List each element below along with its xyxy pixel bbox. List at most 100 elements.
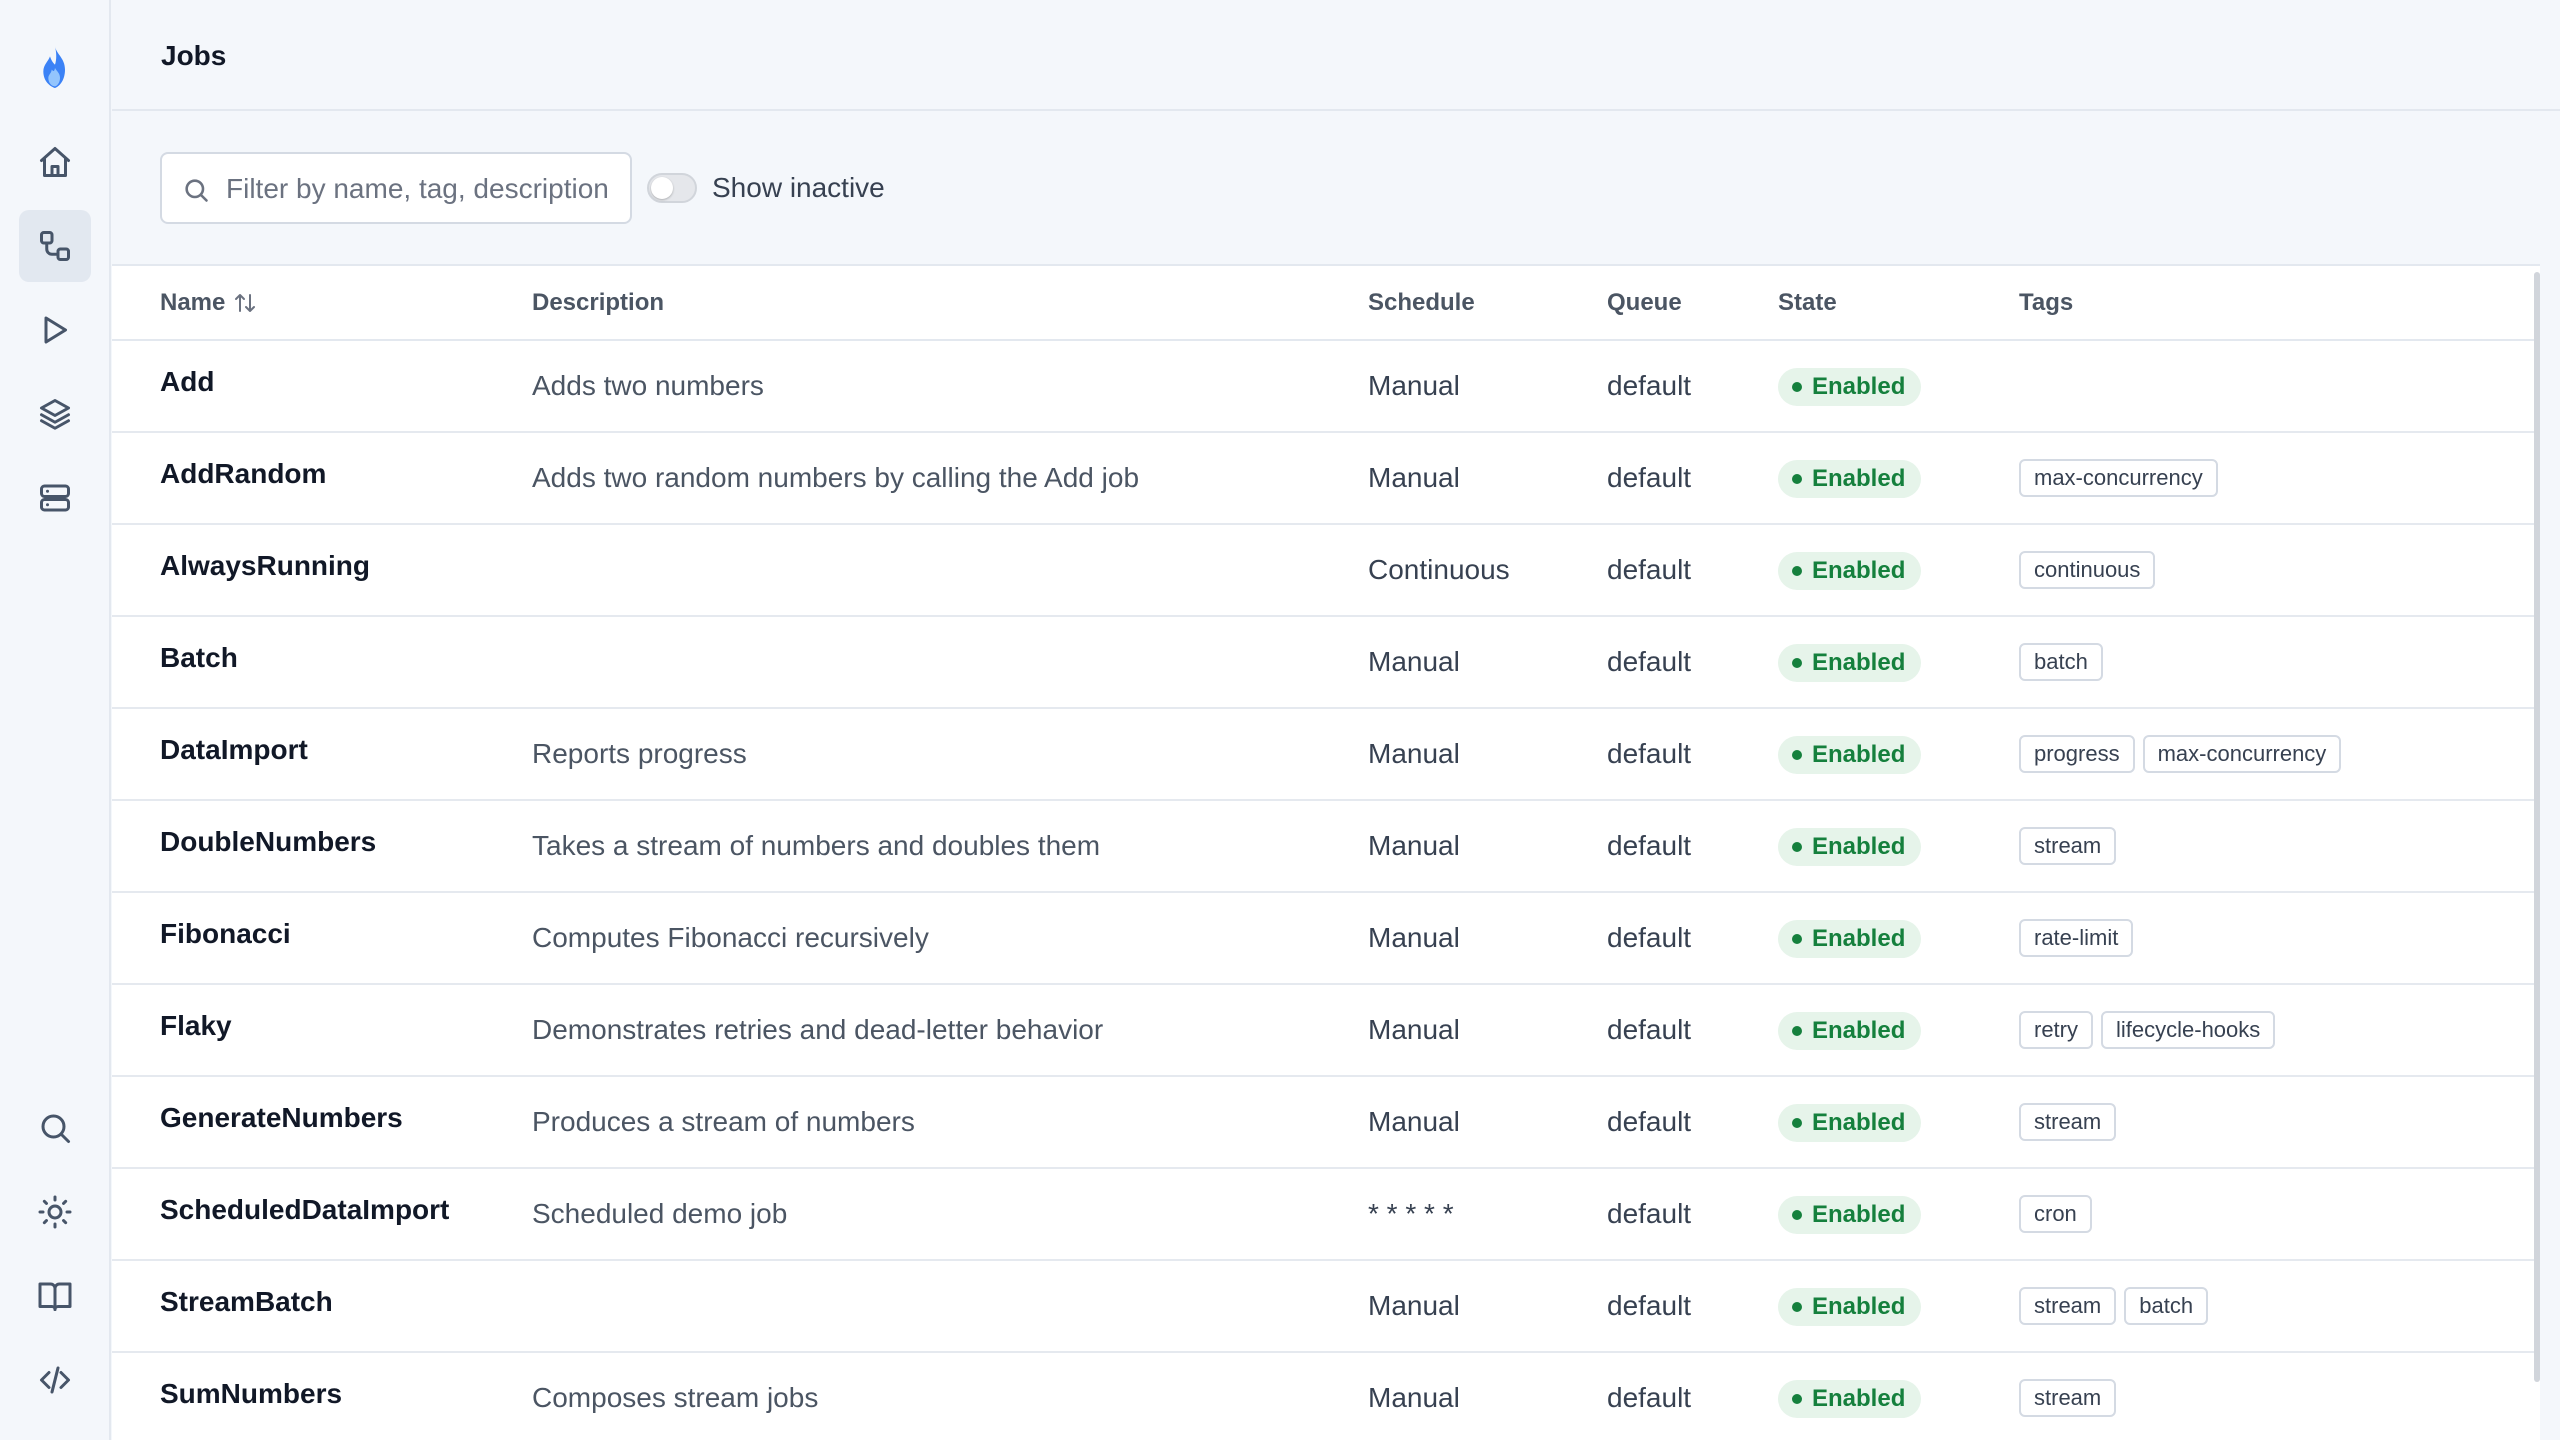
job-name[interactable]: Batch bbox=[160, 642, 238, 673]
sidebar-item-api[interactable] bbox=[19, 1344, 91, 1416]
job-name[interactable]: StreamBatch bbox=[160, 1286, 333, 1317]
table-row[interactable]: Flaky Demonstrates retries and dead-lette… bbox=[112, 984, 2540, 1077]
sidebar-item-jobs[interactable] bbox=[18, 210, 91, 282]
table-row[interactable]: Add Adds two numbers Manual default Enabled bbox=[112, 340, 2540, 433]
job-name[interactable]: Flaky bbox=[160, 1010, 232, 1041]
show-inactive-toggle[interactable] bbox=[647, 173, 697, 203]
job-tags-cell bbox=[2019, 340, 2540, 433]
table-row[interactable]: Fibonacci Computes Fibonacci recursively M… bbox=[112, 892, 2540, 985]
job-name[interactable]: Add bbox=[160, 366, 214, 397]
job-name[interactable]: Fibonacci bbox=[160, 918, 291, 949]
job-tags-cell: cron bbox=[2019, 1168, 2540, 1261]
table-row[interactable]: DataImport Reports progress Manual default E… bbox=[112, 708, 2540, 801]
job-state-cell: Enabled bbox=[1778, 1260, 2019, 1353]
status-badge-label: Enabled bbox=[1812, 1384, 1906, 1412]
search-input[interactable] bbox=[226, 168, 618, 210]
job-name[interactable]: GenerateNumbers bbox=[160, 1102, 403, 1133]
status-dot bbox=[1792, 749, 1802, 760]
job-schedule: Manual bbox=[1368, 1352, 1607, 1440]
job-state-cell: Enabled bbox=[1778, 1352, 2019, 1440]
job-name[interactable]: DoubleNumbers bbox=[160, 826, 376, 857]
tag-chip[interactable]: stream bbox=[2019, 1287, 2117, 1325]
table-row[interactable]: ScheduledDataImport Scheduled demo job * *… bbox=[112, 1168, 2540, 1261]
job-queue: default bbox=[1607, 616, 1778, 709]
tag-chip[interactable]: stream bbox=[2019, 827, 2117, 865]
page-title: Jobs bbox=[161, 40, 227, 71]
status-badge-label: Enabled bbox=[1812, 1016, 1906, 1044]
job-name-cell: Batch bbox=[112, 616, 532, 709]
job-name[interactable]: AddRandom bbox=[160, 458, 326, 489]
status-dot bbox=[1792, 565, 1802, 576]
tag-chip[interactable]: rate-limit bbox=[2019, 919, 2134, 957]
job-name-cell: ScheduledDataImport bbox=[112, 1168, 532, 1261]
column-header-state: State bbox=[1778, 266, 2019, 341]
status-badge: Enabled bbox=[1778, 551, 1922, 590]
job-description: Adds two numbers bbox=[532, 340, 1368, 433]
sun-icon bbox=[38, 1195, 71, 1229]
job-tags-cell: continuous bbox=[2019, 524, 2540, 617]
status-dot bbox=[1792, 1301, 1802, 1312]
job-name[interactable]: DataImport bbox=[160, 734, 308, 765]
tag-chip[interactable]: progress bbox=[2019, 735, 2135, 773]
job-tags-cell: stream bbox=[2019, 800, 2540, 893]
tag-chip[interactable]: max-concurrency bbox=[2142, 735, 2342, 773]
job-name[interactable]: ScheduledDataImport bbox=[160, 1194, 449, 1225]
scrollbar[interactable] bbox=[2534, 272, 2540, 1382]
jobs-table-body: Add Adds two numbers Manual default Enabled A… bbox=[112, 340, 2540, 1440]
tag-chip[interactable]: retry bbox=[2019, 1011, 2093, 1049]
status-dot bbox=[1792, 1209, 1802, 1220]
table-row[interactable]: SumNumbers Composes stream jobs Manual defa… bbox=[112, 1352, 2540, 1440]
job-queue: default bbox=[1607, 984, 1778, 1077]
flame-icon[interactable] bbox=[35, 44, 75, 92]
job-name-cell: AlwaysRunning bbox=[112, 524, 532, 617]
status-dot bbox=[1792, 473, 1802, 484]
table-row[interactable]: AlwaysRunning Continuous default Enabled con… bbox=[112, 524, 2540, 617]
table-row[interactable]: StreamBatch Manual default Enabled stream bat… bbox=[112, 1260, 2540, 1353]
table-row[interactable]: Batch Manual default Enabled batch bbox=[112, 616, 2540, 709]
sidebar-item-theme[interactable] bbox=[19, 1176, 91, 1248]
tag-chip[interactable]: batch bbox=[2124, 1287, 2209, 1325]
tag-chip[interactable]: batch bbox=[2019, 643, 2103, 681]
sidebar-item-queues[interactable] bbox=[19, 378, 91, 450]
sidebar-item-workers[interactable] bbox=[19, 462, 91, 534]
tag-chip[interactable]: continuous bbox=[2019, 551, 2156, 589]
tag-chip[interactable]: lifecycle-hooks bbox=[2101, 1011, 2276, 1049]
table-row[interactable]: GenerateNumbers Produces a stream of numb… bbox=[112, 1076, 2540, 1169]
status-dot bbox=[1792, 1393, 1802, 1404]
sidebar-item-runs[interactable] bbox=[19, 294, 91, 366]
job-description bbox=[532, 524, 1368, 617]
job-description: Demonstrates retries and dead-letter beh… bbox=[532, 984, 1368, 1077]
job-queue: default bbox=[1607, 524, 1778, 617]
job-name[interactable]: SumNumbers bbox=[160, 1378, 342, 1409]
job-description: Composes stream jobs bbox=[532, 1352, 1368, 1440]
status-badge: Enabled bbox=[1778, 827, 1922, 866]
job-description: Takes a stream of numbers and doubles th… bbox=[532, 800, 1368, 893]
job-tags-cell: progress max-concurrency bbox=[2019, 708, 2540, 801]
status-badge: Enabled bbox=[1778, 1103, 1922, 1142]
tag-chip[interactable]: cron bbox=[2019, 1195, 2092, 1233]
sidebar-item-search[interactable] bbox=[19, 1092, 91, 1164]
status-badge-label: Enabled bbox=[1812, 832, 1906, 860]
status-badge-label: Enabled bbox=[1812, 1200, 1906, 1228]
job-state-cell: Enabled bbox=[1778, 1168, 2019, 1261]
sidebar-item-docs[interactable] bbox=[19, 1260, 91, 1332]
sidebar-item-home[interactable] bbox=[19, 126, 91, 198]
status-dot bbox=[1792, 1025, 1802, 1036]
tag-chip[interactable]: max-concurrency bbox=[2019, 459, 2218, 497]
job-state-cell: Enabled bbox=[1778, 1076, 2019, 1169]
job-schedule: Continuous bbox=[1368, 524, 1607, 617]
tag-chip[interactable]: stream bbox=[2019, 1103, 2117, 1141]
status-badge: Enabled bbox=[1778, 459, 1922, 498]
column-header-name[interactable]: Name bbox=[112, 266, 532, 341]
job-name-cell: SumNumbers bbox=[112, 1352, 532, 1440]
table-row[interactable]: AddRandom Adds two random numbers by call… bbox=[112, 432, 2540, 525]
job-name-cell: StreamBatch bbox=[112, 1260, 532, 1353]
table-row[interactable]: DoubleNumbers Takes a stream of numbers a… bbox=[112, 800, 2540, 893]
tag-chip[interactable]: stream bbox=[2019, 1379, 2117, 1417]
search-icon bbox=[182, 176, 210, 204]
page-header: Jobs bbox=[112, 0, 2560, 111]
job-queue: default bbox=[1607, 708, 1778, 801]
sort-icon[interactable] bbox=[233, 291, 257, 315]
job-name[interactable]: AlwaysRunning bbox=[160, 550, 370, 581]
jobs-table-container: Name Description Schedule Queue State Ta… bbox=[112, 264, 2540, 1440]
